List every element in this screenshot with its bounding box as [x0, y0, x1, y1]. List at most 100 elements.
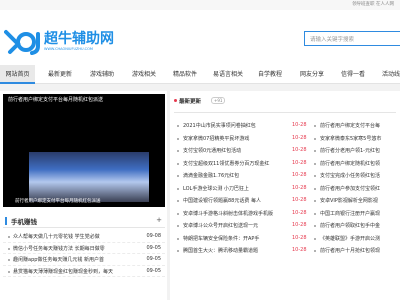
list-item-title[interactable]: 趣闲赚app做任务每天赚几元钱 新用户首: [13, 256, 141, 263]
list-item[interactable]: 悬赏猫每天薄薄赚现金红包赚现金秒到，每天 09-05: [3, 266, 165, 277]
news-row: 中国建设银行领题赢88元话费 每人 10-28 安卓VIP影视解析全网影视: [174, 195, 400, 208]
search-input[interactable]: 请输入关键字搜索: [304, 31, 400, 46]
banner-image: [29, 152, 149, 202]
bullet-icon: [177, 175, 179, 177]
news-link-right[interactable]: 前行者用户绑定随机红包领: [320, 160, 400, 167]
news-link-right[interactable]: 前行者用户领取红包手中金: [320, 222, 400, 229]
bullet-icon: [177, 250, 179, 252]
bullet-icon: [314, 162, 316, 165]
list-item[interactable]: 众人帮每天做几十元零花钱 学生党必做 09-08: [3, 231, 165, 243]
news-row: 安卓博斗公众号开启红包送现一元 10-28 前行者用户领取红包手中金: [174, 220, 400, 233]
nav-item-events[interactable]: 活动线报: [376, 65, 400, 84]
news-link[interactable]: 2021中山市民实事项问卷抽红包: [183, 122, 287, 129]
left-column: 前行者用户绑定支付平台每月随机红包派送 前行者用户绑定支付平台每月随机红包派送 …: [0, 91, 167, 300]
list-item[interactable]: 趣闲赚app做任务每天赚几元钱 新用户首 09-05: [3, 254, 165, 266]
news-link-right[interactable]: 《英雄联盟》手游开启公测: [320, 235, 400, 242]
bullet-icon: [8, 236, 10, 238]
list-item[interactable]: 微信小号任务每天赚钱方法 长期每日做零 09-05: [3, 243, 165, 254]
logo-mark-icon: [4, 30, 40, 55]
bullet-icon: [177, 200, 179, 202]
nav-item-easy-lang[interactable]: 易语言相关: [208, 65, 248, 84]
bullet-icon: [314, 212, 316, 215]
nav-item-home[interactable]: 网站首页: [0, 65, 35, 84]
bullet-icon: [177, 137, 179, 140]
news-row: 滴滴金融金融1.76元红包 10-28 支付宝完成小任务领红包活: [174, 170, 400, 183]
logo-title: 超牛辅助网: [44, 31, 114, 47]
news-date: 10-28: [292, 222, 307, 228]
site-logo[interactable]: 超牛辅助网 WWW.CHAONIUFUZHU.COM: [4, 26, 114, 60]
news-row: 安家拿微07招精英平民坏游戏 10-28 安家拿微泰东5家寒5号悠市: [174, 133, 400, 146]
list-item-date: 09-05: [146, 267, 161, 274]
news-link[interactable]: 安卓博斗公众号开启红包送现一元: [183, 222, 287, 229]
news-row: LOL手游全球公测 小刀巴狂上 10-28 前行者用户参加支付宝领红: [174, 183, 400, 196]
nav-item-latest[interactable]: 最新更新: [40, 65, 80, 84]
bullet-icon: [8, 270, 10, 273]
bullet-icon: [314, 250, 316, 252]
plus-icon[interactable]: +: [155, 216, 163, 224]
list-item-title[interactable]: 悬赏猫每天薄薄赚现金红包赚现金秒到，每天: [13, 268, 141, 275]
news-date: 10-28: [292, 172, 307, 178]
news-link-right[interactable]: 前行者用户参加支付宝领红: [320, 185, 400, 192]
bullet-icon: [177, 162, 179, 165]
news-date: 10-28: [292, 159, 307, 166]
banner-caption[interactable]: 前行者用户绑定支付平台每月随机红包派送: [15, 198, 101, 204]
news-link-right[interactable]: 前行者用户十月抢红包领现: [320, 247, 400, 254]
news-row: 支付宝领0元通用红包活动 10-28 前行者分老用户领1-元红包: [174, 145, 400, 158]
news-link[interactable]: 滴滴金融金融1.76元红包: [183, 172, 287, 179]
news-link-right[interactable]: 中国工商银行注册开户赢现: [320, 210, 400, 217]
news-list: 2021中山市民实事项问卷抽红包 10-28 前行者用户绑定支付平台每 安家拿微…: [174, 120, 400, 258]
news-link[interactable]: 腾国首生大火：腾讯移动量霸道题: [183, 247, 287, 254]
widget-accent-bar: [5, 217, 7, 225]
bullet-icon: [177, 225, 179, 227]
news-link[interactable]: 中国建设银行领题赢88元话费 每人: [183, 197, 287, 204]
news-date: 10-28: [292, 234, 307, 241]
news-date: 10-28: [292, 122, 307, 128]
news-date: 10-28: [292, 184, 307, 191]
bullet-icon: [314, 225, 316, 227]
news-link[interactable]: 特朗把车辆安全保险条件：开AP手: [183, 235, 287, 242]
bullet-icon: [314, 137, 316, 140]
news-column: 最新更新 +91 2021中山市民实事项问卷抽红包 10-28 前行者用户绑定支…: [170, 91, 400, 300]
news-date: 10-28: [292, 147, 307, 153]
news-link-right[interactable]: 安家拿微泰东5家寒5号悠市: [320, 135, 400, 142]
news-link-right[interactable]: 安卓VIP影视解析全网影视: [320, 197, 400, 204]
nav-item-worth-reading[interactable]: 信得一看: [335, 65, 371, 84]
top-links[interactable]: 领导班查职 在人人网: [352, 1, 394, 7]
banner-slide[interactable]: 前行者用户绑定支付平台每月随机红包派送 前行者用户绑定支付平台每月随机红包派送: [3, 94, 165, 207]
news-row: 支付宝超级双11领优惠券分百万现金红 10-28 前行者用户绑定随机红包领: [174, 158, 400, 171]
nav-item-share[interactable]: 网友分享: [294, 65, 330, 84]
widget-title: 手机赚钱: [11, 218, 37, 226]
top-bar: 领导班查职 在人人网: [0, 0, 400, 10]
nav-item-game-related[interactable]: 游戏相关: [126, 65, 162, 84]
nav-item-tutorial[interactable]: 自学教程: [252, 65, 288, 84]
logo-subtitle: WWW.CHAONIUFUZHU.COM: [44, 47, 93, 51]
news-row: 特朗把车辆安全保险条件：开AP手 10-28 《英雄联盟》手游开启公测: [174, 233, 400, 246]
banner-title[interactable]: 前行者用户绑定支付平台每月随机红包派送: [8, 96, 103, 103]
sidebar-list: 众人帮每天做几十元零花钱 学生党必做 09-08 微信小号任务每天赚钱方法 长期…: [3, 231, 165, 277]
bullet-icon: [177, 237, 179, 240]
news-link-right[interactable]: 前行者用户绑定支付平台每: [320, 122, 400, 129]
bullet-icon: [314, 237, 316, 240]
news-link[interactable]: 支付宝超级双11领优惠券分百万现金红: [183, 160, 287, 167]
news-link-right[interactable]: 前行者分老用户领1-元红包: [320, 147, 400, 154]
news-link[interactable]: LOL手游全球公测 小刀巴狂上: [183, 185, 287, 192]
news-link[interactable]: 支付宝领0元通用红包活动: [183, 147, 287, 154]
news-link-right[interactable]: 支付宝完成小任务领红包活: [320, 172, 400, 179]
nav-item-software[interactable]: 精品软件: [167, 65, 203, 84]
bullet-icon: [314, 125, 316, 127]
sidebar-widget-header: 手机赚钱 +: [3, 214, 165, 228]
nav-item-game-assist[interactable]: 游戏辅助: [84, 65, 120, 84]
news-row: 2021中山市民实事项问卷抽红包 10-28 前行者用户绑定支付平台每: [174, 120, 400, 133]
list-item-title[interactable]: 微信小号任务每天赚钱方法 长期每日做零: [13, 245, 141, 252]
news-row: 安卓博斗手游格斗斜射击体机游戏手机版 10-28 中国工商银行注册开户赢现: [174, 208, 400, 221]
bullet-icon: [314, 175, 316, 177]
divider: [174, 112, 396, 113]
news-date: 10-28: [292, 247, 307, 253]
news-link[interactable]: 安卓博斗手游格斗斜射击体机游戏手机版: [183, 210, 287, 217]
news-link[interactable]: 安家拿微07招精英平民坏游戏: [183, 135, 287, 142]
bullet-icon: [314, 187, 316, 190]
news-count-badge: +91: [211, 97, 226, 104]
site-header: 超牛辅助网 WWW.CHAONIUFUZHU.COM 请输入关键字搜索: [0, 10, 400, 68]
bullet-icon: [177, 212, 179, 215]
list-item-title[interactable]: 众人帮每天做几十元零花钱 学生党必做: [13, 233, 141, 240]
